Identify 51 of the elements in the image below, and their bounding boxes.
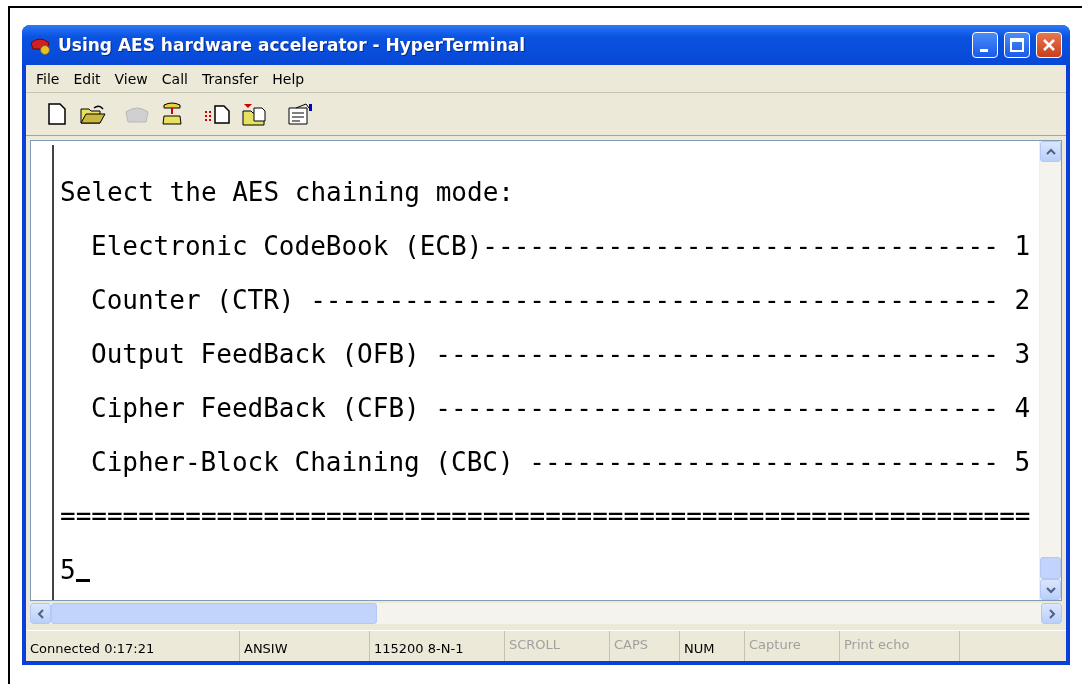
status-pane: Capture: [745, 631, 840, 661]
menu-item[interactable]: View: [108, 70, 156, 87]
menu-item[interactable]: Edit: [67, 70, 109, 87]
menu-item[interactable]: File: [30, 70, 68, 87]
scroll-up-button[interactable]: [1040, 141, 1061, 162]
scroll-left-button[interactable]: [30, 603, 51, 624]
toolbar-button[interactable]: [288, 103, 314, 125]
close-button[interactable]: [1036, 32, 1062, 58]
close-icon: [1042, 38, 1056, 52]
toolbar-button[interactable]: [204, 103, 232, 125]
status-pane: Print echo: [840, 631, 960, 661]
minimize-icon: [979, 48, 988, 52]
properties-icon: [288, 103, 314, 125]
status-pane: CAPS: [610, 631, 680, 661]
separator-text: ==============================================================: [60, 500, 1031, 533]
status-pane: 115200 8-N-1: [370, 631, 505, 661]
menu-option-text: Counter (CTR) -------------------------------------------- 2: [91, 284, 1031, 317]
vertical-scrollbar[interactable]: [1039, 141, 1061, 600]
menu-option-text: Output FeedBack (OFB) ------------------------------------ 3: [91, 338, 1031, 371]
toolbar-button[interactable]: [242, 102, 266, 126]
send-document-icon: [204, 103, 232, 125]
scrollbar-thumb[interactable]: [1040, 557, 1061, 579]
menu-item[interactable]: Help: [266, 70, 313, 87]
terminal-text: Select the AES chaining mode:: [60, 176, 514, 209]
toolbar-button[interactable]: [80, 103, 106, 125]
status-pane: Connected 0:17:21: [26, 631, 240, 661]
status-pane: ANSIW: [240, 631, 370, 661]
scroll-down-button[interactable]: [1040, 579, 1061, 600]
menu-item[interactable]: Transfer: [195, 70, 267, 87]
toolbar-button[interactable]: [48, 103, 66, 125]
chevron-left-icon: [35, 608, 46, 619]
menu-option-text: Electronic CodeBook (ECB)--------------------------------- 1: [91, 230, 1031, 263]
chevron-down-icon: [1045, 584, 1056, 595]
menu-option-text: Cipher-Block Chaining (CBC) ------------------------------ 5: [91, 446, 1031, 479]
horizontal-scrollbar[interactable]: [30, 603, 1062, 624]
status-pane: SCROLL: [505, 631, 610, 661]
chevron-right-icon: [1046, 608, 1057, 619]
chevron-up-icon: [1045, 146, 1056, 157]
open-folder-icon: [80, 103, 106, 125]
status-pane: NUM: [680, 631, 745, 661]
minimize-button[interactable]: [972, 32, 998, 58]
menu-item[interactable]: Call: [155, 70, 196, 87]
typed-input-text: 5: [60, 554, 76, 587]
receive-folder-icon: [242, 102, 266, 126]
new-document-icon: [48, 103, 66, 125]
maximize-button[interactable]: [1004, 32, 1030, 58]
scroll-right-button[interactable]: [1041, 603, 1062, 624]
scrollbar-thumb[interactable]: [51, 603, 377, 624]
menu-option-text: Cipher FeedBack (CFB) ------------------------------------ 4: [91, 392, 1031, 425]
maximize-icon: [1010, 38, 1024, 52]
window-title: Using AES hardware accelerator - HyperTerminal: [58, 35, 527, 55]
